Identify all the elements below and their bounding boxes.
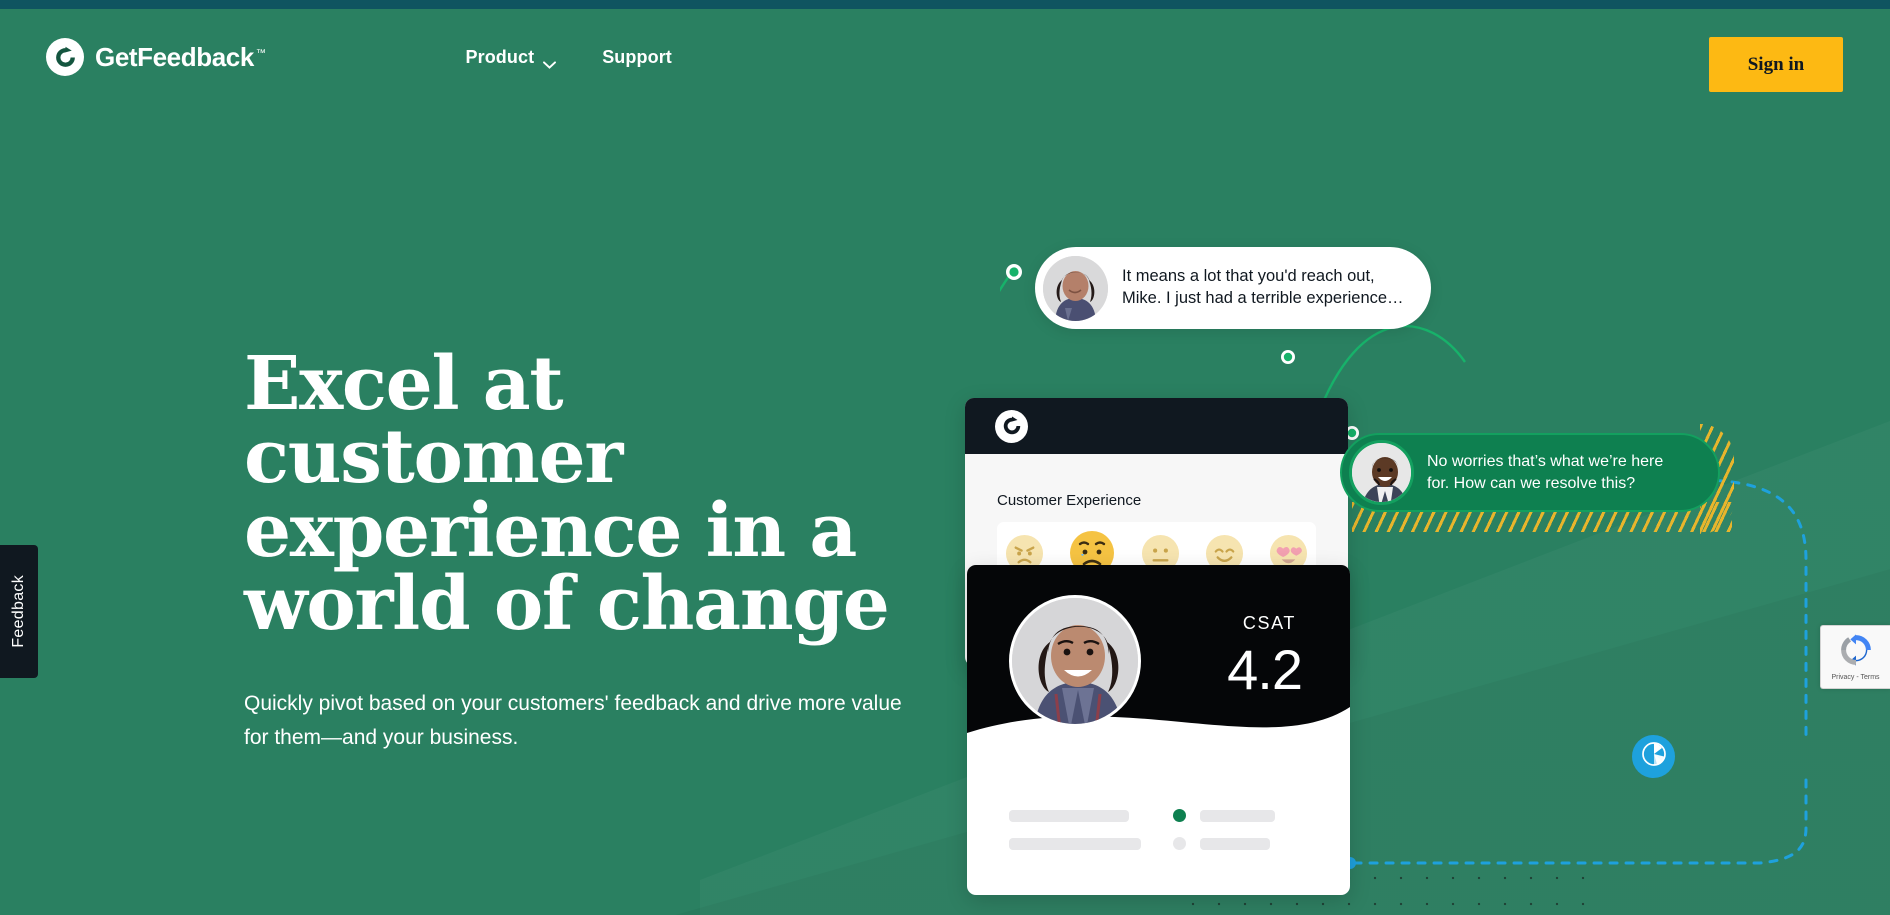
csat-row — [1009, 809, 1309, 822]
respondent-avatar — [1009, 595, 1141, 727]
nav-item-product[interactable]: Product — [465, 46, 557, 69]
hero-subtitle: Quickly pivot based on your customers' f… — [244, 692, 902, 750]
nav-item-support-label: Support — [602, 46, 672, 67]
pie-chart-badge[interactable] — [1632, 735, 1675, 778]
hero-title-line-1: Excel at customer — [244, 341, 623, 501]
survey-card-header — [965, 398, 1348, 454]
csat-metric-value: 4.2 — [1227, 638, 1303, 701]
site-header: GetFeedback ™ Product Support Sign in — [0, 9, 1890, 105]
pie-chart-icon — [1641, 741, 1667, 772]
placeholder-line — [1200, 809, 1275, 822]
csat-placeholder-rows — [1009, 809, 1309, 865]
csat-card: CSAT 4.2 — [967, 565, 1350, 895]
agent-text-line-1: No worries that’s what we’re here — [1427, 453, 1664, 471]
csat-row — [1009, 837, 1309, 850]
placeholder-line — [1009, 809, 1129, 822]
getfeedback-swoosh-icon — [995, 409, 1028, 443]
feedback-tab-label: Feedback — [10, 575, 27, 648]
sign-in-button[interactable]: Sign in — [1709, 37, 1843, 92]
nav-item-product-label: Product — [465, 46, 535, 67]
trademark-symbol: ™ — [255, 47, 266, 59]
customer-avatar — [1043, 255, 1108, 321]
feedback-tab[interactable]: Feedback — [0, 545, 38, 678]
agent-avatar — [1349, 440, 1414, 505]
chat-bubble-customer-text: It means a lot that you'd reach out, Mik… — [1122, 266, 1404, 310]
placeholder-line — [1200, 837, 1270, 850]
placeholder-line — [1009, 837, 1141, 850]
chat-bubble-agent-text: No worries that’s what we’re here for. H… — [1427, 451, 1663, 494]
logo-link[interactable]: GetFeedback ™ — [46, 38, 266, 76]
customer-text-line-2: Mike. I just had a terrible experience… — [1122, 289, 1404, 307]
nav-item-support[interactable]: Support — [602, 47, 672, 68]
logo-wordmark: GetFeedback ™ — [95, 41, 266, 72]
customer-text-line-1: It means a lot that you'd reach out, — [1122, 267, 1375, 286]
agent-text-line-2: for. How can we resolve this? — [1427, 474, 1636, 492]
survey-question: Customer Experience — [997, 492, 1142, 509]
main-navigation: Product Support — [465, 46, 672, 69]
chevron-down-icon — [543, 53, 557, 69]
legend-dot-active — [1173, 809, 1186, 822]
getfeedback-swoosh-icon — [46, 38, 84, 76]
hero-copy: Excel at customer experience in a world … — [244, 347, 964, 755]
csat-metric-label: CSAT — [1242, 613, 1296, 633]
hero-title-line-3: world of change — [244, 560, 890, 647]
hero-illustration: It means a lot that you'd reach out, Mik… — [965, 180, 1890, 915]
legend-dot-inactive — [1173, 837, 1186, 850]
chat-bubble-customer: It means a lot that you'd reach out, Mik… — [1035, 247, 1431, 329]
top-accent-strip — [0, 0, 1890, 9]
page-title: Excel at customer experience in a world … — [244, 347, 964, 641]
chat-bubble-agent: No worries that’s what we’re here for. H… — [1340, 433, 1720, 512]
